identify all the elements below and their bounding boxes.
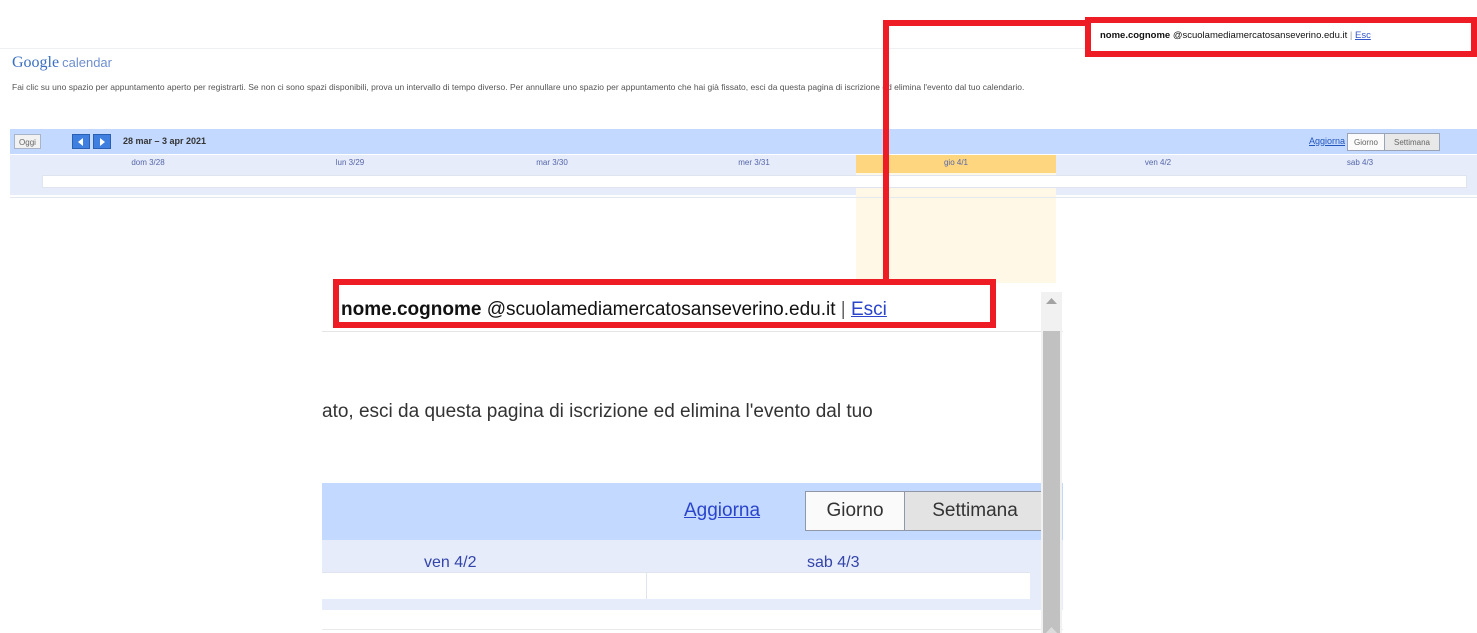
day-header: lun 3/29 (335, 158, 365, 167)
logo-google: Google (12, 54, 60, 71)
chevron-right-icon (100, 138, 105, 146)
refresh-link[interactable]: Aggiorna (684, 500, 760, 522)
grid-divider (322, 629, 1063, 630)
google-calendar-logo: Google calendar (12, 54, 112, 72)
next-week-button[interactable] (93, 134, 111, 149)
scrollbar-thumb[interactable] (1043, 331, 1060, 633)
day-header: sab 4/3 (1346, 158, 1374, 167)
triangle-up-icon (1046, 627, 1057, 633)
day-header: ven 4/2 (424, 554, 477, 571)
refresh-link[interactable]: Aggiorna (1309, 136, 1345, 146)
column-divider (646, 572, 647, 599)
account-username: nome.cognome (1100, 30, 1171, 41)
all-day-strip[interactable] (42, 175, 1467, 188)
separator: | (1349, 30, 1353, 41)
day-header: mar 3/30 (536, 158, 568, 167)
day-header: mer 3/31 (738, 158, 770, 167)
account-email-small: nome.cognome @scuolamediamercatosansever… (1100, 30, 1371, 41)
week-view-button[interactable]: Settimana (1384, 133, 1440, 151)
day-header: dom 3/28 (131, 158, 165, 167)
triangle-up-icon[interactable] (1046, 297, 1057, 305)
instructions-text-zoomed: ato, esci da questa pagina di iscrizione… (322, 401, 873, 422)
logout-link[interactable]: Esc (1355, 30, 1371, 41)
instructions-text: Fai clic su uno spazio per appuntamento … (12, 82, 1025, 92)
today-button[interactable]: Oggi (14, 134, 41, 149)
chevron-left-icon (78, 138, 83, 146)
header-divider (322, 331, 1063, 332)
date-range-label: 28 mar – 3 apr 2021 (123, 136, 207, 146)
prev-week-button[interactable] (72, 134, 90, 149)
callout-line (883, 20, 889, 285)
all-day-strip[interactable] (322, 572, 1030, 599)
week-view-button[interactable]: Settimana (904, 491, 1046, 531)
day-header: sab 4/3 (807, 554, 860, 571)
callout-line (883, 20, 1092, 26)
day-header: ven 4/2 (1144, 158, 1172, 167)
day-view-button[interactable]: Giorno (1347, 133, 1385, 151)
account-domain: @scuolamediamercatosanseverino.edu.it (1172, 30, 1348, 41)
account-highlight-large (333, 279, 996, 328)
calendar-toolbar (10, 129, 1477, 154)
day-view-button[interactable]: Giorno (805, 491, 905, 531)
logo-product: calendar (62, 55, 112, 70)
grid-divider (10, 197, 1477, 198)
